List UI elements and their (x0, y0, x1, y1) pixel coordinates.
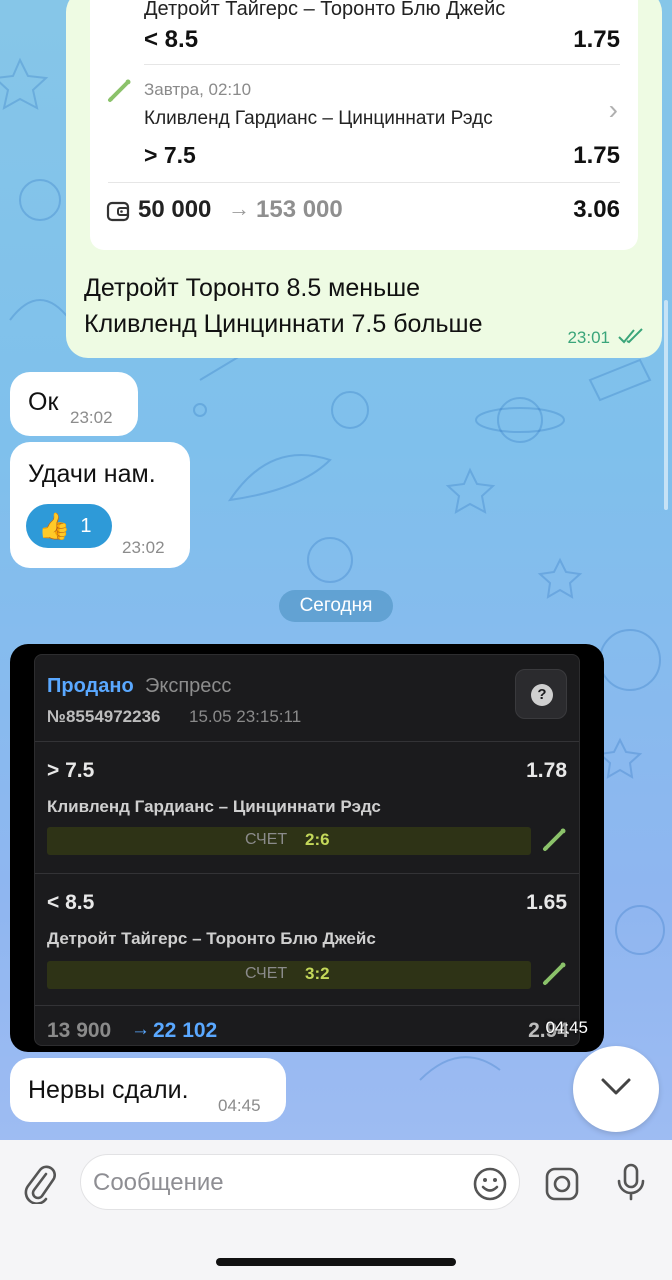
odd-2-value: 1.75 (573, 142, 620, 169)
leg-1-odd: 1.78 (526, 759, 567, 782)
score-value: 3:2 (305, 964, 330, 983)
screenshot-image-bubble[interactable]: Продано Экспресс №8554972236 15.05 23:15… (10, 644, 604, 1052)
baseball-bat-icon (108, 79, 131, 102)
scrollbar[interactable] (664, 300, 668, 510)
microphone-icon[interactable] (614, 1162, 648, 1202)
message-time: 04:45 (218, 1096, 261, 1115)
question-icon: ? (531, 684, 553, 706)
message-text: Детройт Торонто 8.5 меньше Кливленд Цинц… (84, 270, 482, 342)
divider (108, 182, 620, 183)
divider (35, 741, 579, 742)
incoming-message-bubble[interactable]: Нервы сдали. 04:45 (10, 1058, 286, 1122)
score-label: СЧЕТ (245, 965, 288, 982)
chevron-right-icon[interactable]: › (609, 94, 618, 126)
message-time: 23:02 (70, 408, 113, 427)
bet-2-value: > 7.5 (144, 142, 196, 168)
message-text: Удачи нам. (28, 460, 156, 488)
score-label: СЧЕТ (245, 831, 288, 848)
leg-1-match: Кливленд Гардианс – Цинциннати Рэдс (47, 797, 381, 816)
date-divider: Сегодня (279, 590, 393, 622)
status-label: Продано (47, 675, 134, 697)
bet-slip-card[interactable]: Детройт Тайгерс – Торонто Блю Джейс < 8.… (90, 0, 638, 250)
baseball-bat-icon (543, 828, 566, 851)
chevron-down-icon (601, 1078, 631, 1095)
home-indicator (216, 1258, 456, 1266)
message-time: 04:45 (545, 1018, 588, 1037)
bet-receipt-image: Продано Экспресс №8554972236 15.05 23:15… (34, 654, 580, 1046)
score-value: 2:6 (305, 830, 330, 849)
message-composer: Сообщение (0, 1140, 672, 1280)
outgoing-message-bubble[interactable]: Детройт Тайгерс – Торонто Блю Джейс < 8.… (66, 0, 662, 358)
stake-amount: 13 900 (47, 1019, 112, 1042)
leg-2-match: Детройт Тайгерс – Торонто Блю Джейс (47, 929, 376, 948)
message-time: 23:02 (122, 538, 165, 557)
odd-1-value: 1.75 (573, 26, 620, 53)
payout-amount: 153 000 (256, 196, 343, 223)
leg-2-odd: 1.65 (526, 891, 567, 914)
scroll-to-bottom-button[interactable] (573, 1046, 659, 1132)
reaction-count: 1 (80, 514, 92, 537)
help-button: ? (515, 669, 567, 719)
double-check-icon (618, 328, 643, 344)
divider (144, 64, 620, 65)
incoming-message-bubble[interactable]: Ок 23:02 (10, 372, 138, 436)
reaction-chip[interactable]: 👍 1 (26, 504, 112, 548)
bet-type-label: Экспресс (145, 675, 232, 697)
match-2-time: Завтра, 02:10 (144, 80, 252, 99)
message-time: 23:01 (567, 328, 610, 347)
bet-datetime: 15.05 23:15:11 (189, 707, 302, 726)
leg-1-score-bar: СЧЕТ 2:6 (47, 827, 531, 855)
wallet-icon (106, 201, 130, 222)
paperclip-icon[interactable] (22, 1164, 58, 1204)
message-line-2: Кливленд Цинциннати 7.5 больше (84, 310, 483, 338)
incoming-message-bubble[interactable]: Удачи нам. 👍 1 23:02 (10, 442, 190, 568)
message-text: Ок (28, 388, 59, 416)
bet-1-value: < 8.5 (144, 26, 199, 53)
arrow-right-icon: → (131, 1019, 150, 1040)
bet-number: №8554972236 (47, 707, 161, 726)
leg-2-score-bar: СЧЕТ 3:2 (47, 961, 531, 989)
baseball-bat-icon (543, 962, 566, 985)
leg-2-bet: < 8.5 (47, 891, 95, 914)
divider (35, 1005, 579, 1006)
message-input-placeholder: Сообщение (93, 1169, 224, 1196)
leg-1-bet: > 7.5 (47, 759, 95, 782)
match-1-label: Детройт Тайгерс – Торонто Блю Джейс (144, 0, 506, 20)
message-text: Нервы сдали. (28, 1076, 189, 1104)
thumbs-up-icon: 👍 (38, 510, 71, 541)
message-line-1: Детройт Торонто 8.5 меньше (84, 274, 421, 302)
stake-amount: 50 000 (138, 196, 212, 223)
message-input[interactable]: Сообщение (80, 1154, 520, 1210)
total-odd: 3.06 (573, 196, 620, 223)
match-2-label: Кливленд Гардианс – Цинциннати Рэдс (144, 108, 493, 129)
camera-icon[interactable] (544, 1166, 580, 1202)
emoji-icon[interactable] (472, 1166, 508, 1202)
arrow-right-icon: → (228, 196, 250, 221)
payout-amount: 22 102 (153, 1019, 218, 1042)
divider (35, 873, 579, 874)
